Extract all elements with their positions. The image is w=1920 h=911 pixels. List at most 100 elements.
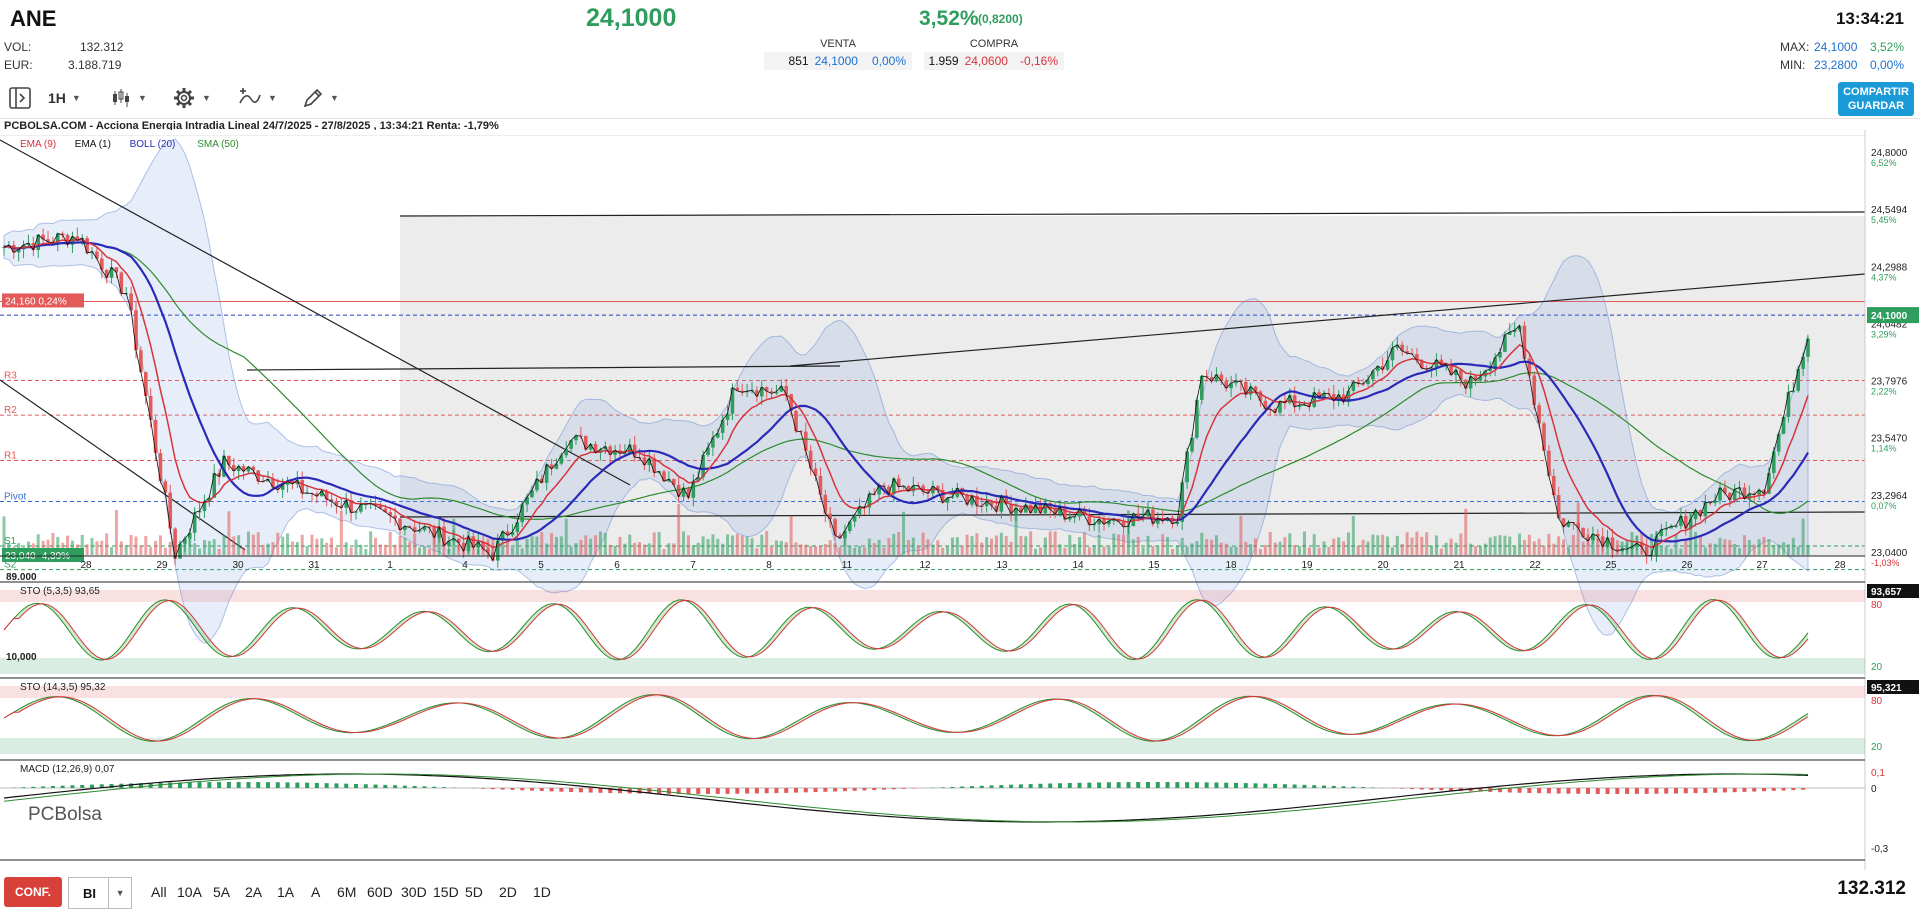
macd-histogram-bar: [207, 782, 212, 788]
volume-bar: [1478, 546, 1482, 555]
macd-histogram-bar: [539, 788, 544, 792]
volume-bar: [398, 535, 402, 555]
volume-bar: [403, 537, 407, 555]
volume-bar: [1493, 536, 1497, 555]
config-button[interactable]: CONF.: [4, 877, 62, 907]
volume-bar: [1034, 548, 1038, 555]
range-button-15d[interactable]: 15D: [428, 877, 464, 907]
pct-tick: 4,37%: [1871, 272, 1897, 282]
volume-bar: [1351, 515, 1355, 555]
volume-bar: [735, 533, 739, 555]
range-button-5d[interactable]: 5D: [460, 877, 488, 907]
macd-histogram-bar: [1703, 788, 1708, 793]
sto2-overbought-zone: [0, 686, 1865, 698]
candle-body: [1263, 400, 1268, 409]
macd-histogram-bar: [236, 782, 241, 788]
share-label: COMPARTIR: [1843, 86, 1909, 98]
range-button-1a[interactable]: 1A: [272, 877, 299, 907]
share-save-button[interactable]: COMPARTIR GUARDAR: [1838, 82, 1914, 116]
volume-bar: [662, 548, 666, 555]
macd-histogram-bar: [1165, 782, 1170, 788]
macd-histogram-bar: [803, 788, 808, 793]
volume-bar: [833, 542, 837, 555]
chevron-down-icon: ▼: [108, 878, 131, 908]
candle-body: [549, 464, 554, 469]
macd-histogram-bar: [266, 782, 270, 788]
max-value: 24,1000: [1814, 40, 1858, 54]
candle-body: [236, 466, 241, 472]
volume-bar: [310, 534, 314, 555]
range-button-60d[interactable]: 60D: [362, 877, 398, 907]
macd-histogram-bar: [1546, 788, 1551, 794]
range-button-5a[interactable]: 5A: [208, 877, 235, 907]
macd-histogram-bar: [1087, 782, 1092, 788]
candle-body: [808, 450, 813, 469]
mode-select[interactable]: BI ▼: [68, 877, 132, 909]
volume-bar: [1728, 540, 1732, 555]
volume-bar: [525, 538, 529, 555]
pct-tick: 5,45%: [1871, 215, 1897, 225]
volume-bar: [1141, 547, 1145, 555]
volume-bar: [1483, 543, 1487, 555]
volume-bar: [227, 511, 231, 555]
settings-select[interactable]: ▼: [172, 86, 211, 110]
min-label: MIN:: [1780, 58, 1806, 72]
range-button-2d[interactable]: 2D: [494, 877, 522, 907]
macd-histogram-bar: [1722, 788, 1727, 793]
candle-body: [818, 475, 823, 495]
candle-body: [85, 238, 89, 254]
range-button-10a[interactable]: 10A: [172, 877, 207, 907]
drawing-tools-select[interactable]: ▼: [302, 86, 339, 110]
macd-histogram-bar: [402, 785, 407, 788]
volume-bar: [1019, 535, 1023, 555]
volume-bar: [980, 542, 984, 555]
macd-histogram-bar: [1312, 785, 1317, 788]
ticker-symbol: ANE: [10, 6, 57, 31]
range-button-a[interactable]: A: [306, 877, 325, 907]
candle-body: [1351, 381, 1356, 391]
indicators-select[interactable]: ▼: [238, 86, 277, 110]
macd-histogram-bar: [422, 786, 427, 788]
volume-bar: [1327, 546, 1331, 555]
volume-bar: [1415, 531, 1419, 555]
volume-bar: [520, 548, 524, 555]
range-button-30d[interactable]: 30D: [396, 877, 432, 907]
volume-bar: [1474, 546, 1478, 555]
volume-bar: [1307, 547, 1311, 555]
macd-histogram-bar: [1077, 782, 1082, 788]
legend-ema: EMA (1): [75, 139, 111, 150]
macd-histogram-bar: [226, 782, 231, 788]
volume-bar: [325, 542, 329, 555]
range-button-1d[interactable]: 1D: [528, 877, 556, 907]
volume-bar: [1366, 541, 1370, 555]
x-tick-label: 1: [387, 560, 393, 571]
sidebar-toggle-button[interactable]: [8, 86, 32, 110]
pct-tick: 2,22%: [1871, 387, 1897, 397]
candle-body: [1522, 325, 1527, 359]
macd-histogram-bar: [559, 788, 564, 792]
candle-body: [1659, 529, 1664, 537]
volume-bar: [921, 532, 925, 555]
price-chart[interactable]: R3R2R1PivotS1S2EMA (9) EMA (1) BOLL (20) SM…: [0, 130, 1920, 870]
sto2-level-lo: 20: [1871, 742, 1883, 753]
volume-bar: [1400, 544, 1404, 555]
interval-select[interactable]: 1H ▼: [48, 86, 81, 110]
volume-bar: [1298, 546, 1302, 555]
range-button-all[interactable]: All: [146, 877, 172, 907]
range-button-6m[interactable]: 6M: [332, 877, 361, 907]
volume-bar: [730, 535, 734, 555]
volume-bar: [1542, 545, 1546, 555]
volume-bar: [1185, 546, 1189, 555]
macd-histogram-bar: [363, 784, 368, 788]
volume-bar: [90, 537, 94, 555]
candle-body: [569, 440, 573, 449]
candle-body: [1028, 504, 1033, 514]
volume-bar: [716, 538, 720, 555]
legend-ema: EMA (9): [20, 139, 56, 150]
volume-total: 132.312: [1837, 878, 1906, 899]
candle-body: [134, 310, 138, 351]
macd-histogram-bar: [1302, 784, 1307, 788]
chart-type-select[interactable]: ▼: [110, 86, 147, 110]
x-tick-label: 28: [1834, 560, 1846, 571]
range-button-2a[interactable]: 2A: [240, 877, 267, 907]
